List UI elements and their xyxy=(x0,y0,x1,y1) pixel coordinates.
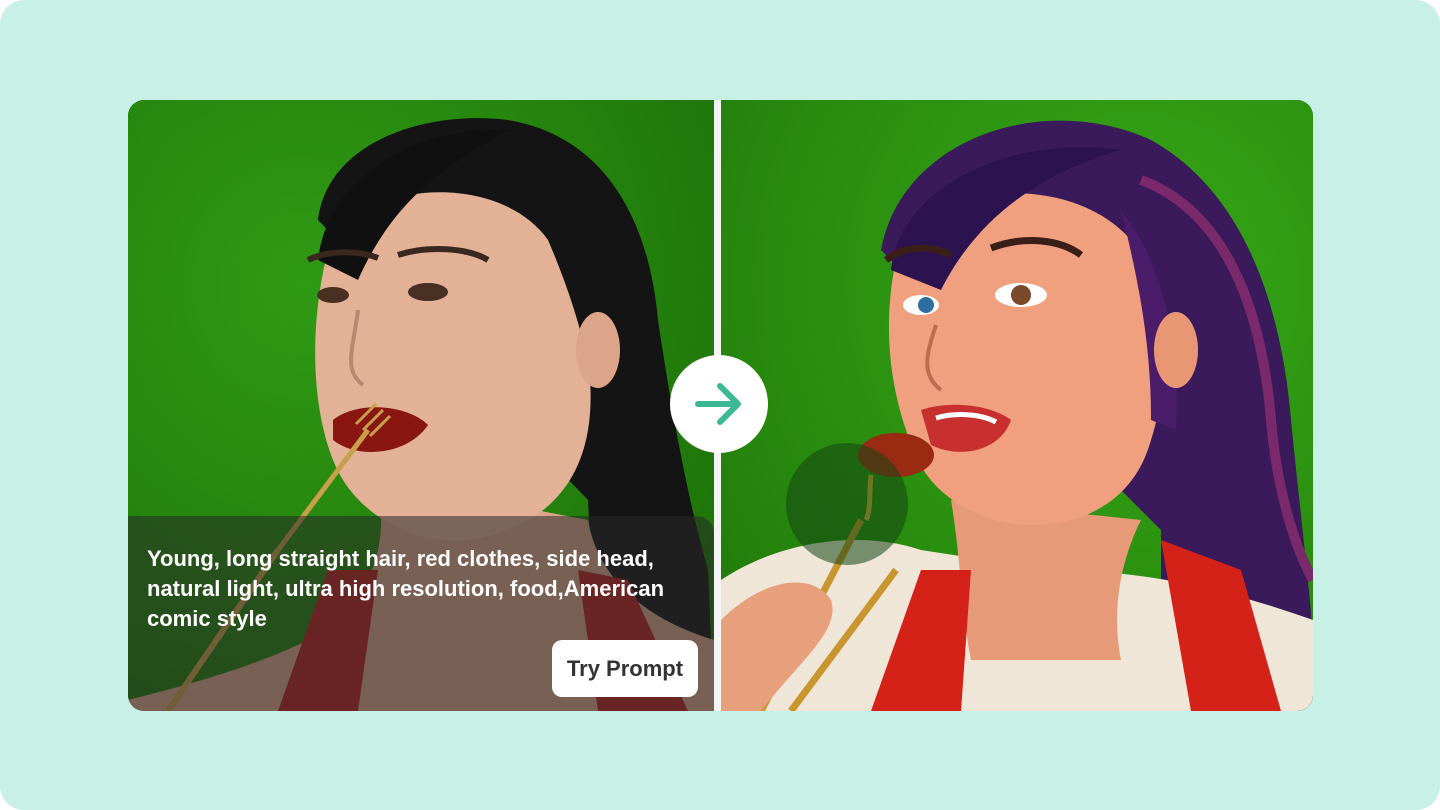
arrow-right-icon xyxy=(695,383,741,425)
arrow-ring xyxy=(786,443,908,565)
prompt-text: Young, long straight hair, red clothes, … xyxy=(147,546,665,631)
page-background: Young, long straight hair, red clothes, … xyxy=(0,0,1440,810)
transform-arrow xyxy=(670,355,768,453)
prompt-overlay: Young, long straight hair, red clothes, … xyxy=(128,516,714,711)
stylized-image xyxy=(721,100,1313,711)
original-photo: Young, long straight hair, red clothes, … xyxy=(128,100,714,711)
try-prompt-button[interactable]: Try Prompt xyxy=(552,640,698,697)
stylized-image-illustration xyxy=(721,120,1313,711)
